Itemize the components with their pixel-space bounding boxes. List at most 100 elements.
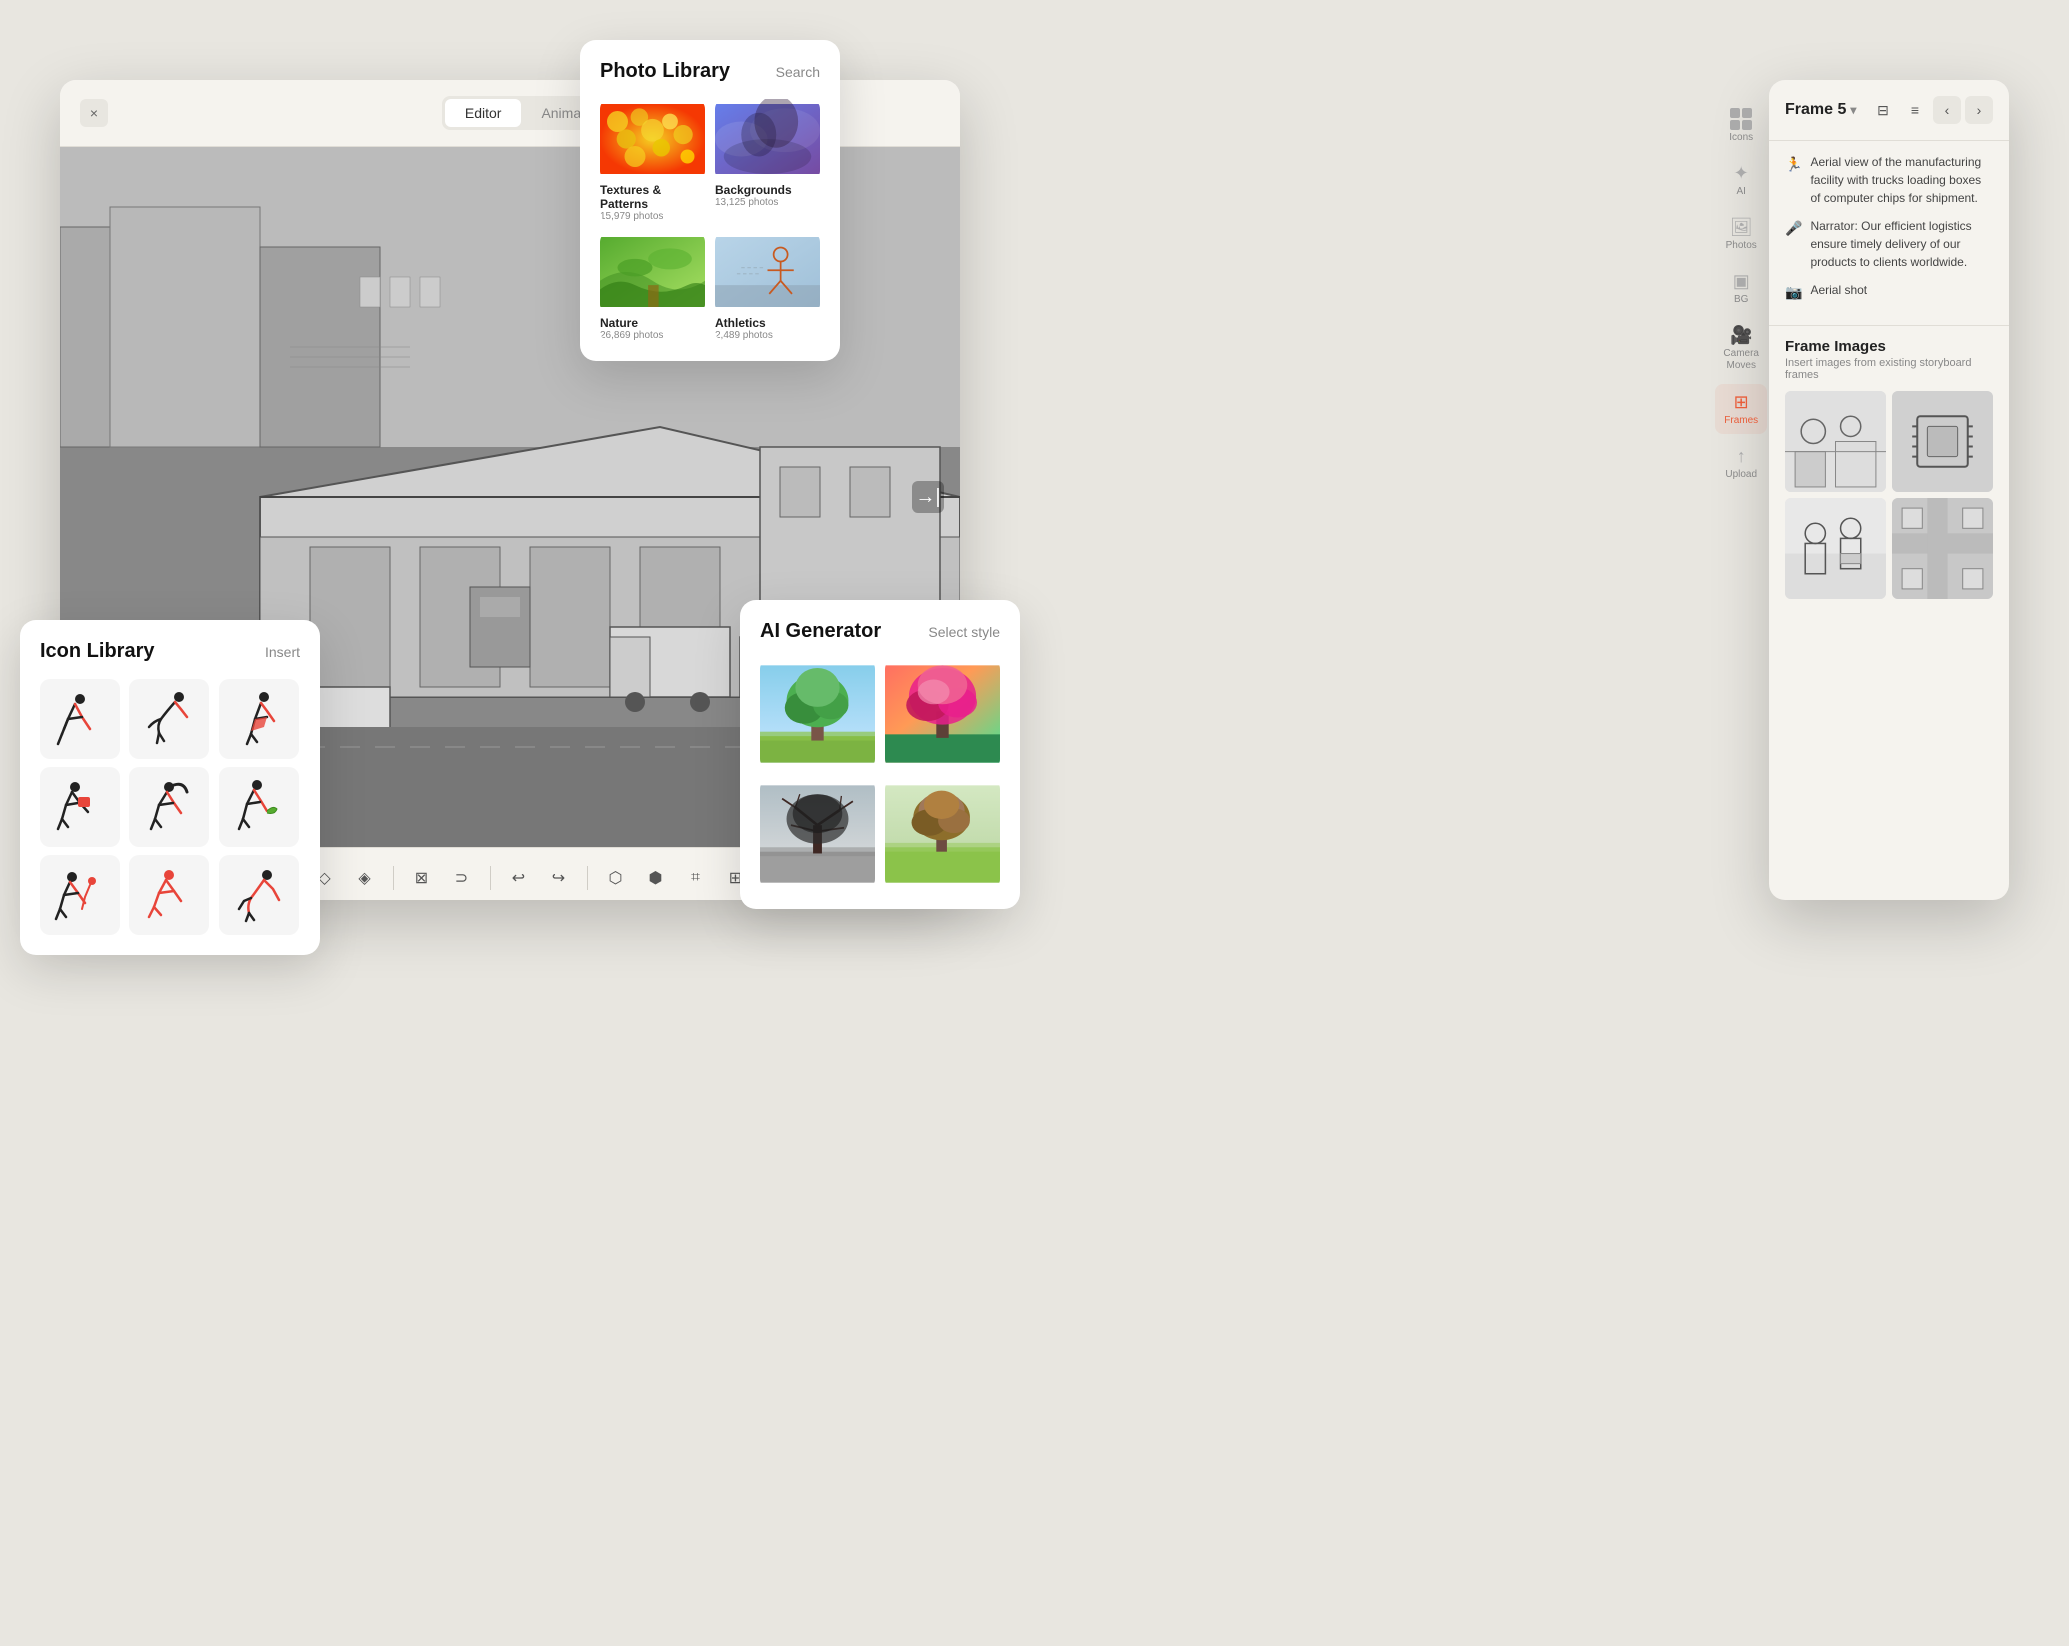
icon-run3[interactable] — [219, 679, 299, 759]
icon-run4[interactable] — [40, 767, 120, 847]
ai-image-tree2[interactable] — [885, 659, 1000, 769]
ai-generator-panel: AI Generator Select style — [740, 600, 1020, 909]
photo-library-panel: Photo Library Search — [580, 40, 840, 361]
frame-thumb-2[interactable] — [1892, 391, 1993, 492]
nature-title: Nature — [600, 316, 705, 330]
frame-thumb-3[interactable] — [1785, 498, 1886, 599]
sidebar-bg-label: BG — [1734, 294, 1748, 305]
frame-title: Frame 5 ▾ — [1785, 101, 1856, 119]
photos-icon: 🖼 — [1730, 217, 1753, 238]
right-panel: Frame 5 ▾ ⊟ ≡ ‹ › 🏃 Aerial view of the m… — [1769, 80, 2009, 900]
photo-grid: Textures & Patterns 15,979 photos — [600, 99, 820, 341]
photo-card-textures[interactable]: Textures & Patterns 15,979 photos — [600, 99, 705, 222]
image-x-tool[interactable]: ⊠ — [406, 862, 438, 894]
sidebar-item-upload[interactable]: ↑ Upload — [1715, 438, 1767, 488]
athletics-count: 2,489 photos — [715, 330, 820, 341]
expand-canvas-button[interactable]: →| — [912, 481, 944, 513]
note-narration-text: Narrator: Our efficient logistics ensure… — [1810, 217, 1993, 271]
toolbar-separator-3 — [587, 866, 588, 890]
nature-count: 26,869 photos — [600, 330, 705, 341]
text-view-btn[interactable]: ≡ — [1901, 96, 1929, 124]
note-item-narration: 🎤 Narrator: Our efficient logistics ensu… — [1785, 217, 1993, 271]
frame-notes: 🏃 Aerial view of the manufacturing facil… — [1769, 141, 2009, 326]
eraser-tool[interactable]: ◈ — [349, 862, 381, 894]
ai-generator-style-btn[interactable]: Select style — [928, 624, 1000, 640]
flip-v-tool[interactable]: ⬢ — [640, 862, 672, 894]
undo-button[interactable]: ↩ — [503, 862, 535, 894]
right-panel-header: Frame 5 ▾ ⊟ ≡ ‹ › — [1769, 80, 2009, 141]
sidebar-ai-label: AI — [1736, 186, 1745, 197]
next-frame-btn[interactable]: › — [1965, 96, 1993, 124]
camera-moves-icon: 🎥 — [1730, 325, 1752, 346]
toolbar-separator-2 — [490, 866, 491, 890]
sidebar-item-frames[interactable]: ⊞ Frames — [1715, 384, 1767, 434]
ai-image-tree4[interactable] — [885, 779, 1000, 889]
icons-grid — [40, 679, 300, 935]
icon-run8[interactable] — [129, 855, 209, 935]
frame-thumb-1[interactable] — [1785, 391, 1886, 492]
sidebar-item-photos[interactable]: 🖼 Photos — [1715, 209, 1767, 259]
photo-card-nature[interactable]: Nature 26,869 photos — [600, 232, 705, 341]
icon-run7[interactable] — [40, 855, 120, 935]
flip-h-tool[interactable]: ⬡ — [600, 862, 632, 894]
icon-library-title: Icon Library — [40, 640, 154, 663]
ai-images-grid — [760, 659, 1000, 889]
frame-dropdown-icon[interactable]: ▾ — [1850, 103, 1856, 117]
icon-library-insert-btn[interactable]: Insert — [265, 644, 300, 660]
tab-editor[interactable]: Editor — [445, 99, 522, 127]
sidebar-camera-label: CameraMoves — [1723, 348, 1759, 372]
note-camera-text: Aerial shot — [1810, 281, 1867, 303]
toolbar-separator-1 — [393, 866, 394, 890]
note-item-camera: 📷 Aerial shot — [1785, 281, 1993, 303]
icon-run9[interactable] — [219, 855, 299, 935]
frame-images-title: Frame Images — [1785, 338, 1993, 355]
backgrounds-image — [715, 99, 820, 179]
narration-icon: 🎤 — [1785, 218, 1802, 271]
photo-card-backgrounds[interactable]: Backgrounds 13,125 photos — [715, 99, 820, 222]
prev-frame-btn[interactable]: ‹ — [1933, 96, 1961, 124]
sidebar-upload-label: Upload — [1725, 469, 1757, 480]
bg-icon: ▣ — [1733, 271, 1750, 292]
athletics-image — [715, 232, 820, 312]
image-view-btn[interactable]: ⊟ — [1869, 96, 1897, 124]
note-action-text: Aerial view of the manufacturing facilit… — [1810, 153, 1993, 207]
sidebar-item-bg[interactable]: ▣ BG — [1715, 263, 1767, 313]
camera-note-icon: 📷 — [1785, 282, 1802, 303]
sidebar-tools: Icons ✦ AI 🖼 Photos ▣ BG 🎥 CameraMoves ⊞… — [1715, 100, 1767, 488]
icon-run6[interactable] — [219, 767, 299, 847]
icon-run5[interactable] — [129, 767, 209, 847]
ai-image-tree3[interactable] — [760, 779, 875, 889]
frame-thumb-4[interactable] — [1892, 498, 1993, 599]
nature-image — [600, 232, 705, 312]
textures-image — [600, 99, 705, 179]
textures-title: Textures & Patterns — [600, 183, 705, 211]
sidebar-frames-label: Frames — [1724, 415, 1758, 426]
sidebar-item-ai[interactable]: ✦ AI — [1715, 155, 1767, 205]
photo-library-search-btn[interactable]: Search — [776, 64, 820, 80]
textures-count: 15,979 photos — [600, 211, 705, 222]
sidebar-item-camera[interactable]: 🎥 CameraMoves — [1715, 317, 1767, 380]
shape-tool[interactable]: ⊃ — [446, 862, 478, 894]
sidebar-photos-label: Photos — [1726, 240, 1757, 251]
panel-controls: ⊟ ≡ ‹ › — [1869, 96, 1993, 124]
ai-image-tree1[interactable] — [760, 659, 875, 769]
close-button[interactable]: × — [80, 99, 108, 127]
crop-tool[interactable]: ⌗ — [680, 862, 712, 894]
frames-icon: ⊞ — [1734, 392, 1749, 413]
photo-card-athletics[interactable]: Athletics 2,489 photos — [715, 232, 820, 341]
icon-run1[interactable] — [40, 679, 120, 759]
icon-run2[interactable] — [129, 679, 209, 759]
icon-library-header: Icon Library Insert — [40, 640, 300, 663]
sidebar-item-icons[interactable]: Icons — [1715, 100, 1767, 151]
redo-button[interactable]: ↪ — [543, 862, 575, 894]
backgrounds-title: Backgrounds — [715, 183, 820, 197]
upload-icon: ↑ — [1737, 446, 1746, 467]
icon-library-panel: Icon Library Insert — [20, 620, 320, 955]
athletics-title: Athletics — [715, 316, 820, 330]
photo-library-title: Photo Library — [600, 60, 730, 83]
note-item-action: 🏃 Aerial view of the manufacturing facil… — [1785, 153, 1993, 207]
action-icon: 🏃 — [1785, 154, 1802, 207]
backgrounds-count: 13,125 photos — [715, 197, 820, 208]
icons-grid-icon — [1730, 108, 1752, 130]
sidebar-icons-label: Icons — [1729, 132, 1753, 143]
